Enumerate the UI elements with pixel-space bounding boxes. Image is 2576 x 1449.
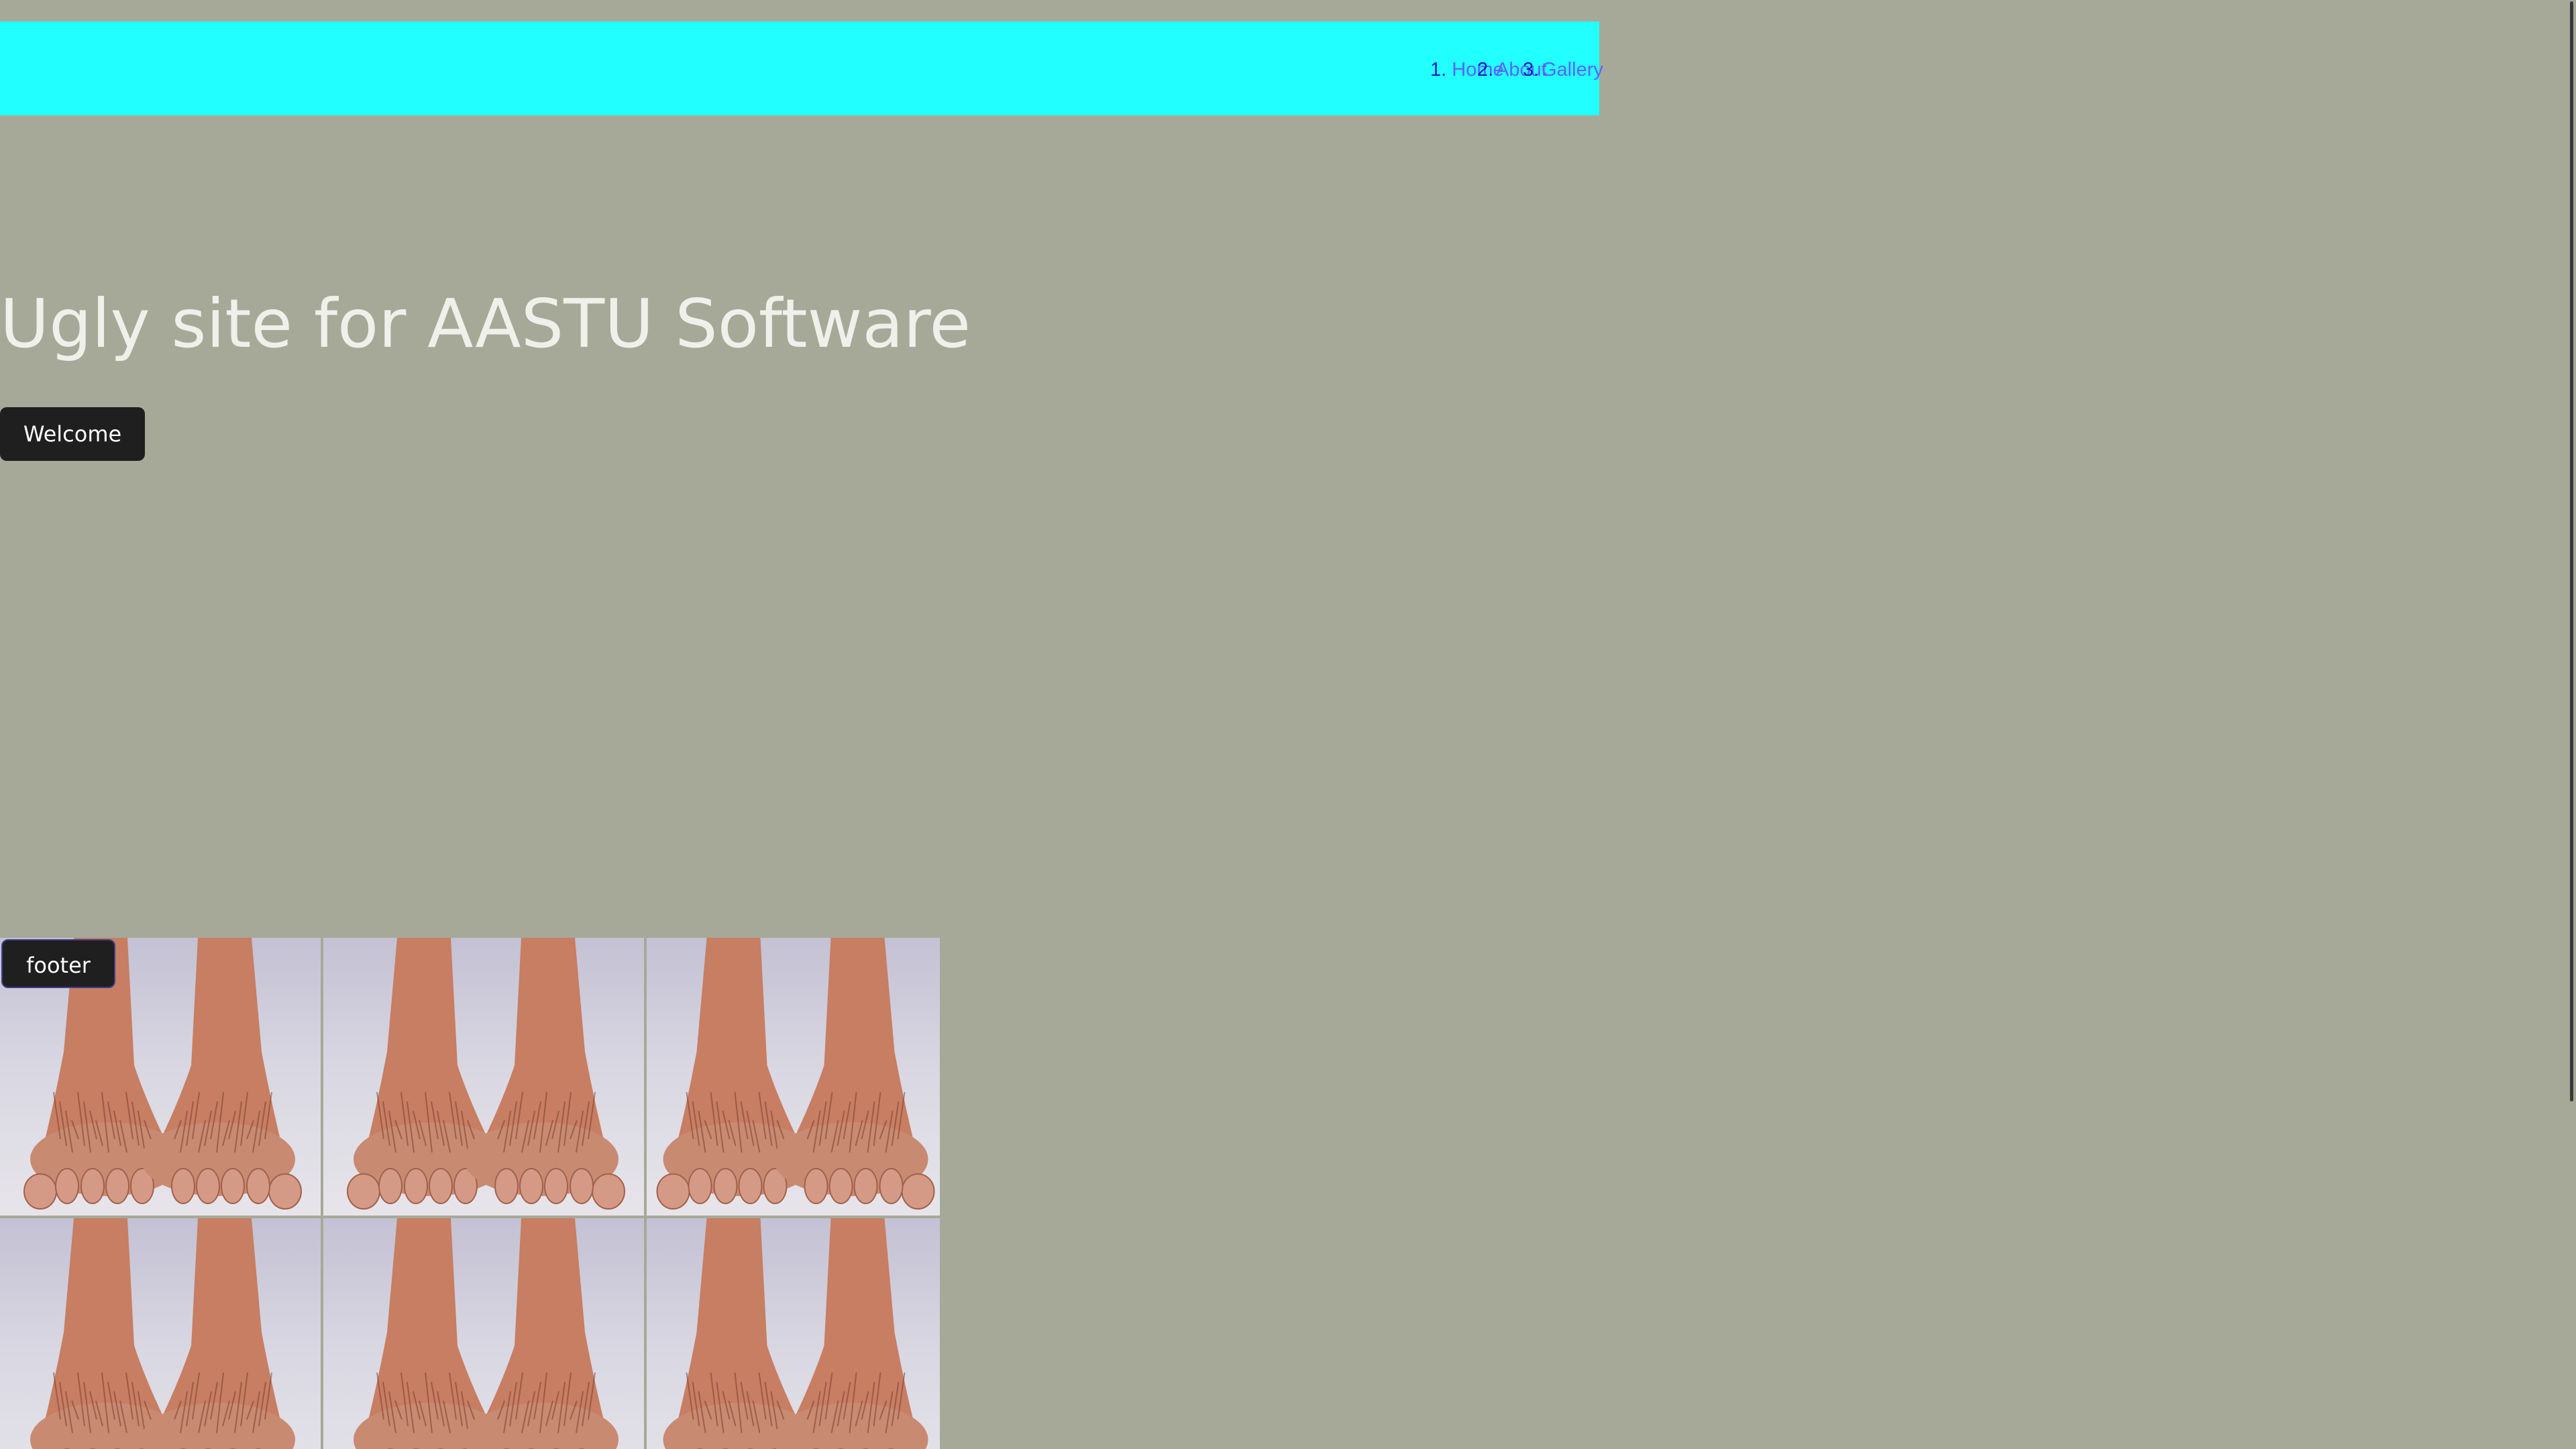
- toe-shape: [901, 1173, 935, 1210]
- feet-image: [354, 1218, 619, 1449]
- welcome-button[interactable]: Welcome: [0, 407, 145, 461]
- nav-number: 1.: [1430, 59, 1447, 80]
- page-title: Ugly site for AASTU Software: [0, 284, 971, 363]
- feet-image: [347, 938, 625, 1210]
- feet-image: [663, 1218, 928, 1449]
- toe-shape: [23, 1173, 57, 1210]
- toe-shape: [519, 1168, 543, 1204]
- page: 1. Home 2. About 3. Gallery Ugly site fo…: [0, 0, 2576, 1449]
- toe-shape: [592, 1173, 625, 1210]
- nav-link-about[interactable]: About: [1496, 59, 1547, 80]
- gallery-image: [323, 1218, 644, 1449]
- toe-shape: [268, 1173, 302, 1210]
- gallery-image: [323, 938, 644, 1216]
- toe-shape: [171, 1168, 195, 1204]
- nav-item-gallery-link: Gallery: [1542, 59, 1603, 80]
- footer-button[interactable]: footer: [1, 939, 115, 988]
- toe-shape: [879, 1168, 904, 1204]
- toe-shape: [804, 1168, 828, 1204]
- toe-shape: [853, 1168, 878, 1204]
- toe-shape: [246, 1168, 270, 1204]
- gallery-image: [647, 938, 940, 1216]
- toe-shape: [196, 1168, 220, 1204]
- nav-link-gallery[interactable]: Gallery: [1542, 59, 1603, 80]
- feet-image: [30, 1218, 295, 1449]
- scrollbar[interactable]: [2568, 0, 2576, 1449]
- toe-shape: [570, 1168, 594, 1204]
- nav-item-about-link: About: [1496, 59, 1547, 80]
- toe-shape: [347, 1173, 380, 1210]
- toe-shape: [494, 1168, 519, 1204]
- toe-shape: [828, 1168, 853, 1204]
- toe-shape: [656, 1173, 690, 1210]
- image-gallery: [0, 938, 940, 1449]
- feet-image: [656, 938, 935, 1210]
- toe-shape: [80, 1168, 105, 1204]
- toe-shape: [55, 1168, 79, 1204]
- toe-shape: [221, 1168, 245, 1204]
- toe-shape: [429, 1168, 453, 1204]
- gallery-image: [0, 1218, 321, 1449]
- toe-shape: [404, 1168, 428, 1204]
- gallery-image: [647, 1218, 940, 1449]
- toe-shape: [378, 1168, 402, 1204]
- toe-shape: [688, 1168, 712, 1204]
- toe-shape: [713, 1168, 738, 1204]
- nav-number: 3.: [1523, 59, 1540, 80]
- nav-number: 2.: [1477, 59, 1494, 80]
- scrollbar-thumb[interactable]: [2570, 1, 2573, 1102]
- toe-shape: [544, 1168, 568, 1204]
- toe-shape: [105, 1168, 129, 1204]
- nav-item-gallery: 3.: [1523, 59, 1539, 80]
- navbar: [0, 21, 1599, 115]
- toe-shape: [738, 1168, 763, 1204]
- nav-item-about: 2.: [1477, 59, 1493, 80]
